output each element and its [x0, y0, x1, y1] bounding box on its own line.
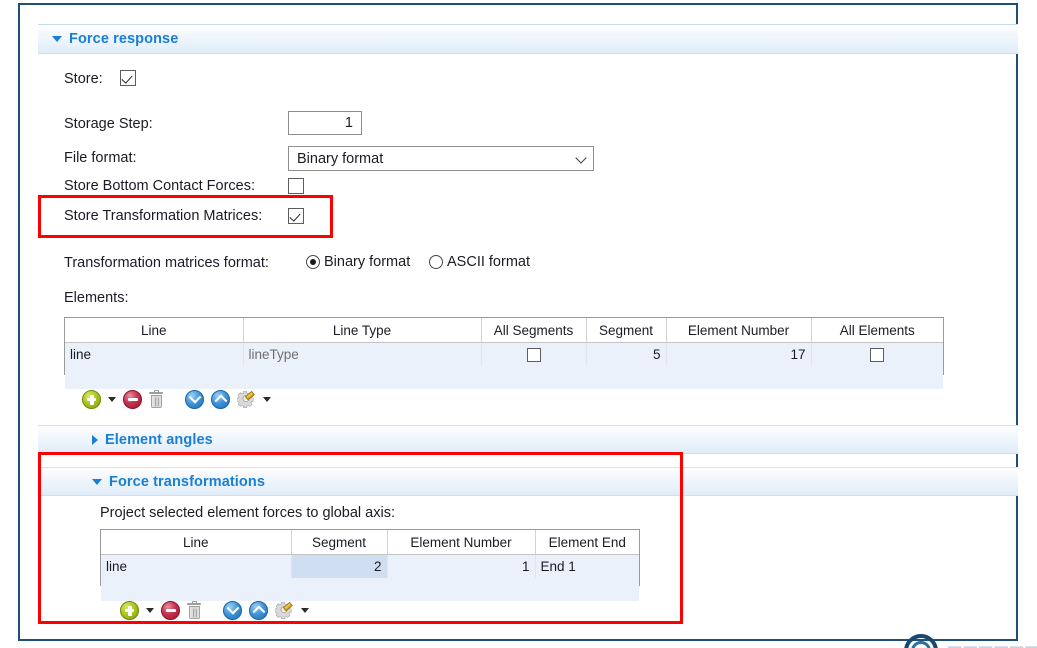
cell-element-number[interactable]: 1 — [387, 555, 535, 579]
edit-properties-icon[interactable] — [275, 601, 294, 620]
delete-icon[interactable] — [187, 601, 201, 619]
file-format-value: Binary format — [297, 151, 576, 167]
storage-step-label: Storage Step: — [64, 116, 153, 132]
section-title-force-transformations: Force transformations — [109, 474, 265, 490]
table-header-row: Line Segment Element Number Element End — [101, 530, 639, 555]
cell-all-elements[interactable] — [811, 343, 943, 367]
table-empty-filler — [65, 366, 943, 389]
radio-ascii-indicator — [429, 255, 443, 269]
elements-toolbar[interactable] — [82, 387, 271, 411]
store-bottom-contact-label: Store Bottom Contact Forces: — [64, 178, 255, 194]
section-header-force-transformations[interactable]: Force transformations — [38, 467, 1018, 496]
column-header-line-type[interactable]: Line Type — [243, 318, 481, 343]
column-header-element-number[interactable]: Element Number — [666, 318, 811, 343]
elements-table[interactable]: Line Line Type All Segments Segment Elem… — [64, 317, 944, 375]
table-header-row: Line Line Type All Segments Segment Elem… — [65, 318, 943, 343]
company-logo: ▄▄▄▄▄▄▄▄ — [900, 634, 1037, 648]
radio-binary-label: Binary format — [324, 254, 410, 270]
cell-segment[interactable]: 5 — [586, 343, 666, 367]
store-bottom-contact-checkbox[interactable] — [288, 178, 304, 194]
chevron-down-icon — [52, 36, 62, 42]
table-row[interactable]: line lineType 5 17 — [65, 343, 943, 367]
column-header-line[interactable]: Line — [65, 318, 243, 343]
cell-line[interactable]: line — [101, 555, 291, 579]
store-transformation-checkbox[interactable] — [288, 208, 304, 224]
add-icon[interactable] — [120, 601, 139, 620]
add-dropdown-icon[interactable] — [108, 397, 116, 402]
section-title-force-response: Force response — [69, 31, 178, 47]
force-transformations-toolbar[interactable] — [120, 598, 309, 622]
file-format-select[interactable]: Binary format — [288, 146, 594, 171]
all-elements-checkbox[interactable] — [870, 348, 884, 362]
project-forces-label: Project selected element forces to globa… — [100, 505, 395, 521]
chevron-down-icon — [576, 153, 587, 164]
column-header-all-elements[interactable]: All Elements — [811, 318, 943, 343]
section-title-element-angles: Element angles — [105, 432, 213, 448]
cell-element-number[interactable]: 17 — [666, 343, 811, 367]
chevron-right-icon — [92, 435, 98, 445]
file-format-label: File format: — [64, 150, 137, 166]
logo-wordmark: ▄▄▄▄▄▄▄▄ — [948, 636, 1037, 648]
edit-properties-icon[interactable] — [237, 390, 256, 409]
cell-line-type[interactable]: lineType — [243, 343, 481, 367]
column-header-all-segments[interactable]: All Segments — [481, 318, 586, 343]
section-header-element-angles[interactable]: Element angles — [38, 425, 1018, 454]
radio-binary-format[interactable]: Binary format — [306, 254, 410, 270]
remove-icon[interactable] — [123, 390, 142, 409]
column-header-segment[interactable]: Segment — [586, 318, 666, 343]
radio-ascii-format[interactable]: ASCII format — [429, 254, 530, 270]
move-up-icon[interactable] — [249, 601, 268, 620]
store-checkbox[interactable] — [120, 70, 136, 86]
radio-binary-indicator — [306, 255, 320, 269]
column-header-segment[interactable]: Segment — [291, 530, 387, 555]
table-row[interactable]: line 2 1 End 1 — [101, 555, 639, 579]
radio-ascii-label: ASCII format — [447, 254, 530, 270]
matrices-format-label: Transformation matrices format: — [64, 255, 269, 271]
all-segments-checkbox[interactable] — [527, 348, 541, 362]
store-transformation-label: Store Transformation Matrices: — [64, 208, 262, 224]
cell-element-end[interactable]: End 1 — [535, 555, 639, 579]
dialog-frame: Force response Store: Storage Step: 1 Fi… — [18, 3, 1018, 641]
move-down-icon[interactable] — [223, 601, 242, 620]
cell-segment[interactable]: 2 — [291, 555, 387, 579]
force-transformations-table[interactable]: Line Segment Element Number Element End … — [100, 529, 640, 586]
move-up-icon[interactable] — [211, 390, 230, 409]
cell-all-segments[interactable] — [481, 343, 586, 367]
chevron-down-icon — [92, 479, 102, 485]
edit-dropdown-icon[interactable] — [301, 608, 309, 613]
column-header-line[interactable]: Line — [101, 530, 291, 555]
screenshot-root: Force response Store: Storage Step: 1 Fi… — [0, 0, 1037, 648]
store-label: Store: — [64, 71, 103, 87]
elements-label: Elements: — [64, 290, 128, 306]
storage-step-input[interactable]: 1 — [288, 111, 362, 135]
move-down-icon[interactable] — [185, 390, 204, 409]
add-icon[interactable] — [82, 390, 101, 409]
add-dropdown-icon[interactable] — [146, 608, 154, 613]
column-header-element-end[interactable]: Element End — [535, 530, 639, 555]
remove-icon[interactable] — [161, 601, 180, 620]
edit-dropdown-icon[interactable] — [263, 397, 271, 402]
delete-icon[interactable] — [149, 390, 163, 408]
column-header-element-number[interactable]: Element Number — [387, 530, 535, 555]
cell-line[interactable]: line — [65, 343, 243, 367]
section-header-force-response[interactable]: Force response — [38, 24, 1018, 54]
